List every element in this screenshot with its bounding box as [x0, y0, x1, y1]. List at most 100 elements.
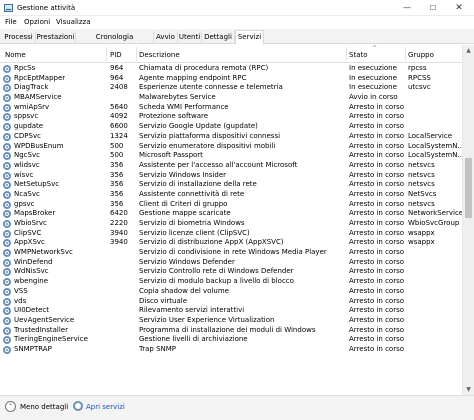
column-header-status[interactable]: Stato	[349, 51, 368, 59]
table-row[interactable]: ClipSVC 3940 Servizio licenze client (Clip…	[0, 229, 462, 239]
menu-options[interactable]: Opzioni	[24, 18, 50, 26]
service-gear-icon	[3, 239, 11, 248]
service-description: Copia shadow del volume	[139, 286, 229, 295]
scroll-down-icon[interactable]: ▼	[463, 384, 474, 395]
table-row[interactable]: RpcEptMapper 964 Agente mapping endpoint R…	[0, 74, 462, 84]
service-pid: 6600	[110, 122, 128, 131]
column-header-description[interactable]: Descrizione	[139, 51, 180, 59]
task-manager-icon	[4, 4, 13, 12]
menu-view[interactable]: Visualizza	[56, 18, 90, 26]
scrollbar-thumb[interactable]	[465, 158, 472, 218]
service-description: Servizio Controllo rete di Windows Defen…	[139, 267, 294, 276]
service-group: wsappx	[408, 238, 435, 247]
tab-bar: Processi Prestazioni Cronologia applicaz…	[0, 29, 474, 53]
column-header-group[interactable]: Gruppo	[408, 51, 434, 59]
table-row[interactable]: gupdate 6600 Servizio Google Update (gupda…	[0, 122, 462, 132]
table-row[interactable]: TieringEngineService Gestione livelli di …	[0, 335, 462, 345]
table-row[interactable]: WPDBusEnum 500 Servizio enumeratore dispos…	[0, 142, 462, 152]
tab-details[interactable]: Dettagli	[202, 31, 235, 44]
table-row[interactable]: NetSetupSvc 356 Servizio di installazione …	[0, 180, 462, 190]
tab-startup[interactable]: Avvio	[154, 31, 178, 44]
table-row[interactable]: UevAgentService Servizio User Experience …	[0, 316, 462, 326]
table-row[interactable]: VSS Copia shadow del volume Arresto in cor…	[0, 287, 462, 297]
service-status: Arresto in corso	[349, 122, 405, 131]
table-row[interactable]: wmiApSrv 5640 Scheda WMI Performance Arrest…	[0, 103, 462, 113]
column-divider[interactable]	[106, 47, 107, 61]
service-name: NcaSvc	[14, 189, 40, 198]
service-pid: 356	[110, 170, 124, 179]
service-group: netsvcs	[408, 199, 435, 208]
service-pid: 5640	[110, 102, 128, 111]
table-row[interactable]: WinDefend Servizio Windows Defender Arrest…	[0, 258, 462, 268]
vertical-scrollbar[interactable]: ▲ ▼	[462, 45, 474, 395]
service-gear-icon	[3, 84, 11, 93]
service-gear-icon	[3, 336, 11, 345]
service-description: Servizio User Experience Virtualization	[139, 315, 275, 324]
service-status: Arresto in corso	[349, 248, 405, 257]
service-group: LocalSystemN...	[408, 141, 462, 150]
service-gear-icon	[3, 297, 11, 306]
table-row[interactable]: SNMPTRAP Trap SNMP Arresto in corso	[0, 345, 462, 355]
table-row[interactable]: WMPNetworkSvc Servizio di condivisione in…	[0, 248, 462, 258]
chevron-up-icon[interactable]: ⌃	[5, 401, 16, 412]
scroll-up-icon[interactable]: ▲	[463, 45, 474, 56]
menu-file[interactable]: File	[5, 18, 17, 26]
minimize-button[interactable]: —	[394, 0, 420, 16]
service-description: Client di Criteri di gruppo	[139, 199, 228, 208]
service-gear-icon	[3, 278, 11, 287]
column-divider[interactable]	[346, 47, 347, 61]
column-header-pid[interactable]: PID	[110, 51, 122, 59]
service-description: Disco virtuale	[139, 296, 188, 305]
tab-users[interactable]: Utenti	[178, 31, 202, 44]
table-row[interactable]: TrustedInstaller Programma di installazio…	[0, 326, 462, 336]
maximize-button[interactable]: ☐	[420, 0, 446, 16]
tab-performance[interactable]: Prestazioni	[36, 31, 76, 44]
table-row[interactable]: wbengine Servizio di modulo backup a live…	[0, 277, 462, 287]
service-name: SNMPTRAP	[14, 344, 52, 353]
table-row[interactable]: wisvc 356 Servizio Windows Insider Arresto …	[0, 171, 462, 181]
service-name: RpcEptMapper	[14, 73, 66, 82]
tab-app-history[interactable]: Cronologia applicazioni	[76, 31, 154, 53]
column-divider[interactable]	[405, 47, 406, 61]
service-description: Assistente per l'accesso all'account Mic…	[139, 160, 298, 169]
service-pid: 2408	[110, 83, 128, 92]
service-name: RpcSs	[14, 64, 36, 72]
table-row[interactable]: RpcSs 964 Chiamata di procedura remota (RP…	[0, 64, 462, 74]
table-row[interactable]: CDPSvc 1324 Servizio piattaforma dispositi…	[0, 132, 462, 142]
service-status: In esecuzione	[349, 73, 397, 82]
service-status: Avvio in corso	[349, 93, 398, 102]
close-button[interactable]: ✕	[446, 0, 472, 16]
service-description: Servizio di distribuzione AppX (AppXSVC)	[139, 238, 284, 247]
table-row[interactable]: gpsvc 356 Client di Criteri di gruppo Arres…	[0, 200, 462, 210]
service-description: Servizio enumeratore dispositivi mobili	[139, 141, 276, 150]
open-services-link[interactable]: Apri servizi	[86, 403, 125, 411]
table-row[interactable]: UI0Detect Rilevamento servizi interattivi…	[0, 306, 462, 316]
services-table: Nome PID Descrizione ^ Stato Gruppo RpcS…	[0, 45, 474, 395]
column-header-name[interactable]: Nome	[5, 51, 26, 59]
service-group: utcsvc	[408, 83, 431, 92]
table-row[interactable]: WbioSrvc 2220 Servizio di biometria Window…	[0, 219, 462, 229]
tab-processes[interactable]: Processi	[2, 31, 36, 44]
table-row[interactable]: DiagTrack 2408 Esperienze utente connesse …	[0, 83, 462, 93]
table-row[interactable]: MapsBroker 6420 Gestione mappe scaricate Ar…	[0, 209, 462, 219]
service-status: Arresto in corso	[349, 296, 405, 305]
table-row[interactable]: sppsvc 4092 Protezione software Arresto in …	[0, 112, 462, 122]
service-gear-icon	[3, 132, 11, 141]
service-name: gupdate	[14, 122, 44, 131]
service-name: CDPSvc	[14, 131, 41, 140]
service-description: Servizio Windows Defender	[139, 257, 235, 266]
service-name: TieringEngineService	[14, 335, 88, 344]
table-row[interactable]: WdNisSvc Servizio Controllo rete di Windo…	[0, 267, 462, 277]
table-row[interactable]: AppXSvc 3940 Servizio di distribuzione App…	[0, 238, 462, 248]
service-pid: 3940	[110, 228, 128, 237]
table-row[interactable]: NgcSvc 500 Microsoft Passport Arresto in co…	[0, 151, 462, 161]
column-divider[interactable]	[136, 47, 137, 61]
table-row[interactable]: MBAMService Malwarebytes Service Avvio in …	[0, 93, 462, 103]
service-group: wsappx	[408, 228, 435, 237]
table-row[interactable]: NcaSvc 356 Assistente connettività di rete…	[0, 190, 462, 200]
fewer-details-link[interactable]: Meno dettagli	[20, 403, 68, 411]
tab-services[interactable]: Servizi	[235, 30, 264, 45]
table-row[interactable]: vds Disco virtuale Arresto in corso	[0, 297, 462, 307]
service-description: Servizio licenze client (ClipSVC)	[139, 228, 250, 237]
table-row[interactable]: wlidsvc 356 Assistente per l'accesso all'a…	[0, 161, 462, 171]
